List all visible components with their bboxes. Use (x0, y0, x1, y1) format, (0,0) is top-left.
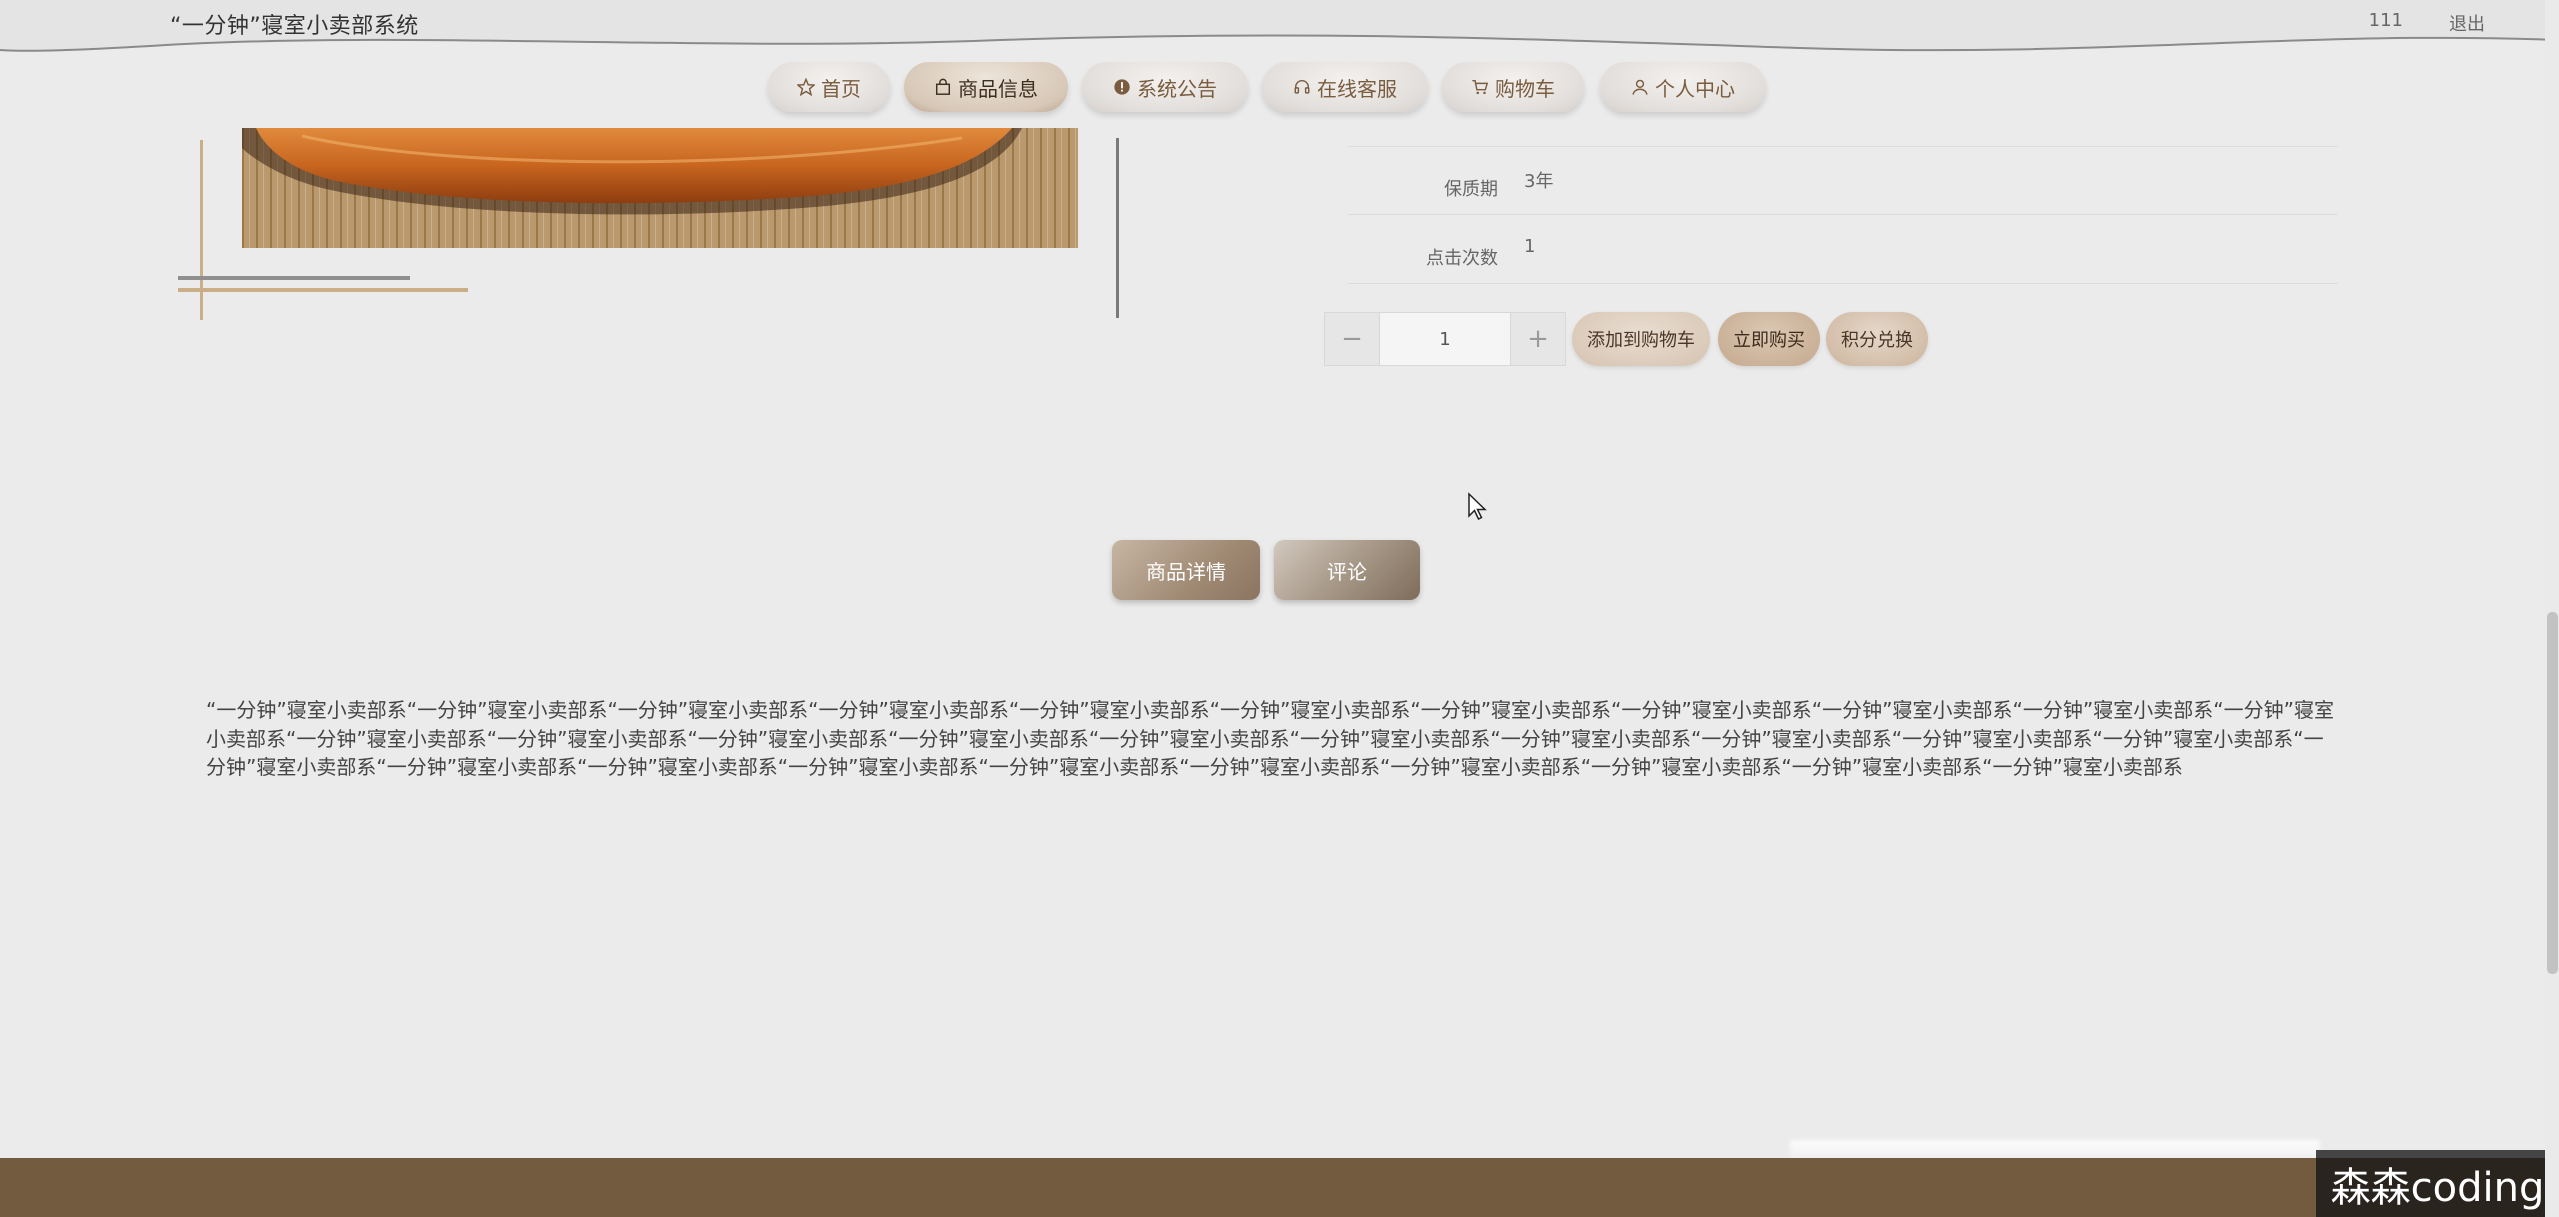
add-to-cart-button[interactable]: 添加到购物车 (1572, 312, 1710, 366)
attribute-label: 保质期 (1444, 179, 1498, 200)
image-frame-line-gold (178, 288, 468, 292)
nav-item-announcements[interactable]: 系统公告 (1082, 62, 1248, 112)
nav-item-profile[interactable]: 个人中心 (1600, 62, 1766, 112)
points-exchange-button[interactable]: 积分兑换 (1826, 312, 1928, 366)
user-icon (1632, 79, 1648, 95)
nav-item-products[interactable]: 商品信息 (904, 62, 1068, 112)
nav-item-customer-service[interactable]: 在线客服 (1262, 62, 1428, 112)
quantity-decrease-button[interactable]: − (1325, 313, 1379, 365)
alert-icon (1114, 79, 1130, 95)
quantity-increase-button[interactable]: + (1511, 313, 1565, 365)
main-nav: 首页 商品信息 系统公告 在线客服 购物车 个人中心 (0, 62, 2559, 112)
headset-icon (1294, 79, 1310, 94)
nav-item-cart[interactable]: 购物车 (1442, 62, 1584, 112)
watermark: 森森coding (2316, 1150, 2559, 1217)
quantity-stepper: − 1 + (1324, 312, 1566, 366)
image-frame-line-gray (178, 276, 410, 280)
user-area: 111 退出 (2369, 10, 2485, 36)
cart-icon (1472, 79, 1489, 95)
tab-product-detail[interactable]: 商品详情 (1112, 540, 1260, 600)
buy-now-button[interactable]: 立即购买 (1718, 312, 1820, 366)
quantity-input[interactable]: 1 (1379, 313, 1511, 365)
attribute-value: 3年 (1524, 171, 1554, 192)
nav-label-products: 商品信息 (958, 76, 1038, 101)
scrollbar-thumb[interactable] (2547, 612, 2558, 974)
bag-icon (935, 78, 951, 95)
product-image (242, 128, 1078, 248)
nav-label-home: 首页 (821, 76, 861, 101)
attribute-row-shelf-life: 保质期 3年 (1348, 147, 2338, 215)
page-scrollbar[interactable] (2545, 0, 2559, 1217)
nav-label-cart: 购物车 (1495, 76, 1555, 101)
tab-comments[interactable]: 评论 (1274, 540, 1420, 600)
attribute-label: 点击次数 (1426, 248, 1498, 269)
attribute-value: 1 (1524, 236, 1536, 257)
nav-item-home[interactable]: 首页 (768, 62, 890, 112)
nav-label-announcements: 系统公告 (1137, 76, 1217, 101)
star-icon (797, 78, 815, 96)
product-description: “一分钟”寝室小卖部系“一分钟”寝室小卖部系“一分钟”寝室小卖部系“一分钟”寝室… (206, 698, 2334, 779)
image-frame-decoration (200, 140, 203, 320)
username-link[interactable]: 111 (2369, 10, 2403, 36)
site-title: “一分钟”寝室小卖部系统 (170, 14, 419, 39)
nav-label-profile: 个人中心 (1655, 76, 1735, 101)
footer (0, 1158, 2559, 1217)
attribute-row-click-count: 点击次数 1 (1348, 216, 2338, 284)
nav-label-customer-service: 在线客服 (1317, 76, 1397, 101)
logout-link[interactable]: 退出 (2449, 10, 2485, 36)
mouse-cursor-icon (1468, 492, 1487, 521)
top-bar: “一分钟”寝室小卖部系统 111 退出 (0, 0, 2559, 62)
image-divider (1116, 138, 1119, 318)
